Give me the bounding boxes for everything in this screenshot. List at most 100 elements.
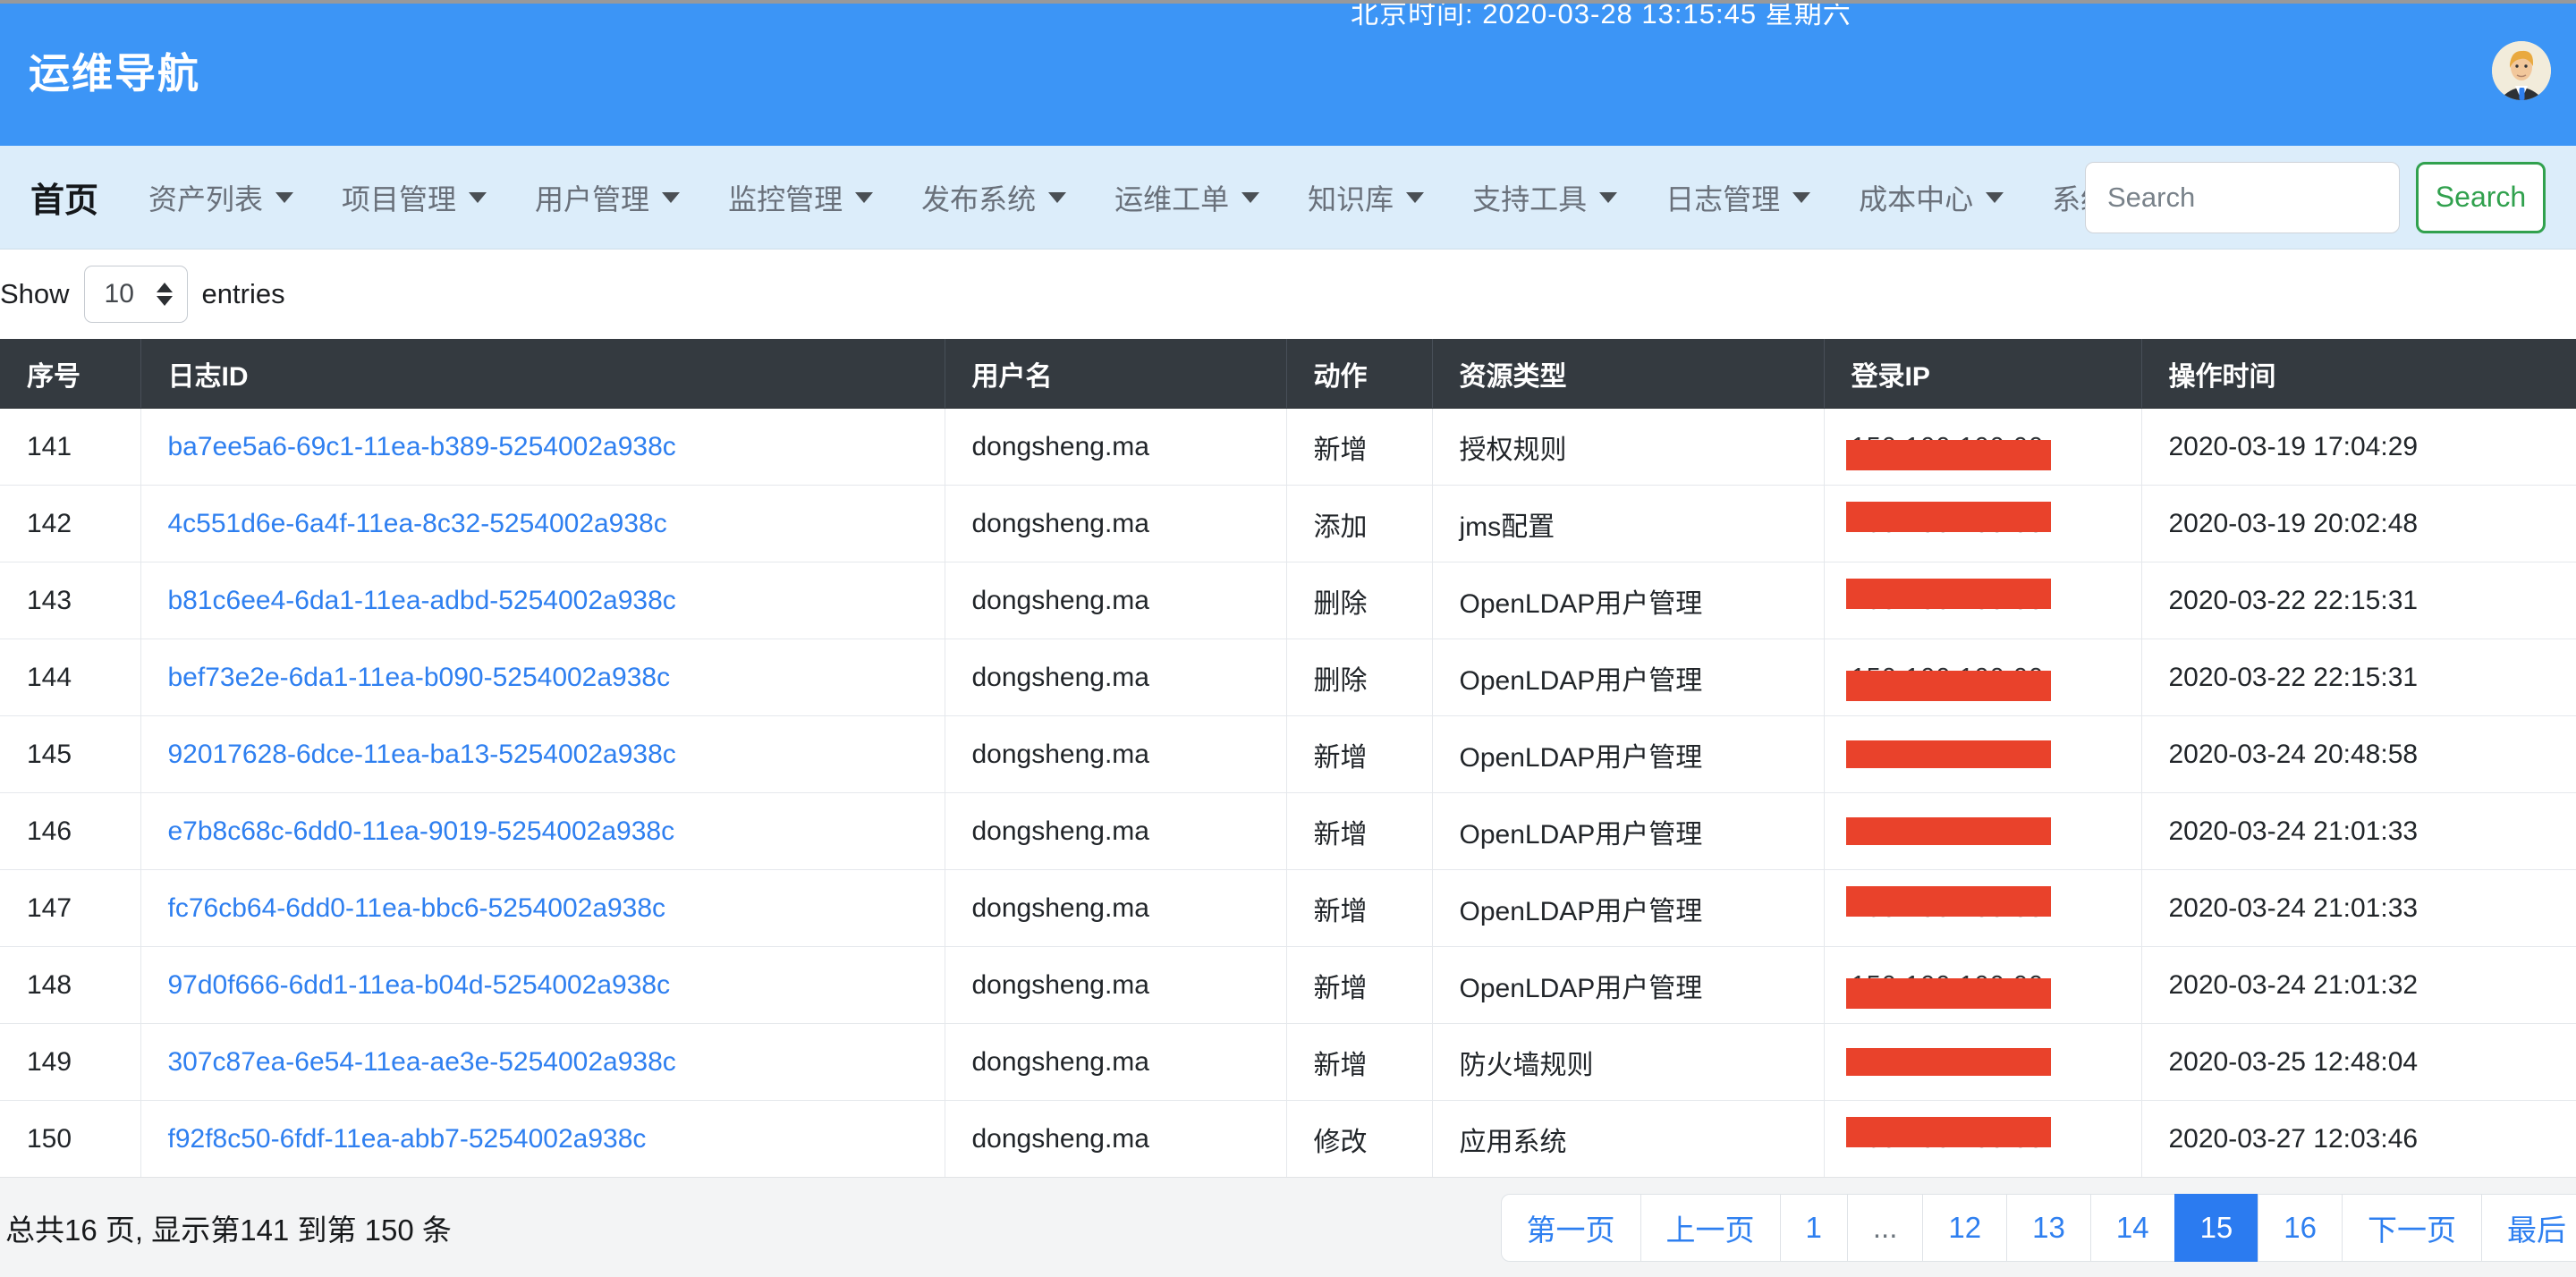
nav-menus: 资产列表项目管理用户管理监控管理发布系统运维工单知识库支持工具日志管理成本中心系…	[148, 177, 2245, 218]
cell-seq: 141	[0, 409, 140, 486]
nav-menu-4[interactable]: 监控管理	[728, 177, 873, 218]
table-row: 1424c551d6e-6a4f-11ea-8c32-5254002a938cd…	[0, 486, 2576, 562]
page-size-select[interactable]: 10	[84, 266, 188, 323]
window-top-edge	[0, 0, 2576, 4]
chevron-down-icon	[662, 192, 680, 203]
chevron-down-icon	[469, 192, 487, 203]
ip-redaction: 150.100.100.00	[1852, 968, 2045, 1002]
cell-resource-type: OpenLDAP用户管理	[1432, 947, 1824, 1024]
ip-redaction: 150.100.100.00	[1852, 815, 2045, 849]
cell-action: 新增	[1286, 1024, 1432, 1101]
nav-menu-label: 资产列表	[148, 177, 263, 218]
nav-menu-6[interactable]: 运维工单	[1114, 177, 1259, 218]
app-title: 运维导航	[29, 41, 200, 100]
cell-resource-type: OpenLDAP用户管理	[1432, 716, 1824, 793]
nav-item-home[interactable]: 首页	[30, 173, 98, 222]
page-button-上一页[interactable]: 上一页	[1640, 1194, 1781, 1262]
page-button-最后[interactable]: 最后	[2481, 1194, 2576, 1262]
page-button-下一页[interactable]: 下一页	[2342, 1194, 2482, 1262]
cell-op-time: 2020-03-24 21:01:33	[2141, 870, 2576, 947]
user-avatar[interactable]	[2492, 41, 2551, 100]
nav-menu-label: 发布系统	[921, 177, 1036, 218]
cell-action: 删除	[1286, 639, 1432, 716]
search-input[interactable]	[2085, 162, 2400, 233]
table-row: 14592017628-6dce-11ea-ba13-5254002a938cd…	[0, 716, 2576, 793]
log-id-link[interactable]: 307c87ea-6e54-11ea-ae3e-5254002a938c	[168, 1047, 676, 1077]
cell-login-ip: 150.100.100.00	[1824, 716, 2141, 793]
page-button-13[interactable]: 13	[2006, 1194, 2091, 1262]
log-id-link[interactable]: 4c551d6e-6a4f-11ea-8c32-5254002a938c	[168, 509, 667, 538]
nav-menu-10[interactable]: 成本中心	[1859, 177, 2004, 218]
log-id-link[interactable]: 92017628-6dce-11ea-ba13-5254002a938c	[168, 740, 676, 769]
cell-login-ip: 150.100.100.00	[1824, 639, 2141, 716]
log-id-link[interactable]: ba7ee5a6-69c1-11ea-b389-5254002a938c	[168, 432, 676, 461]
cell-seq: 146	[0, 793, 140, 870]
cell-action: 新增	[1286, 716, 1432, 793]
page-button-15[interactable]: 15	[2174, 1194, 2259, 1262]
nav-menu-1[interactable]: 资产列表	[148, 177, 293, 218]
ip-redaction: 150.100.100.00	[1852, 892, 2045, 926]
cell-op-time: 2020-03-22 22:15:31	[2141, 562, 2576, 639]
table-row: 144 bef73e2e-6da1-11ea-b090-5254002a938c d…	[0, 639, 2576, 716]
chevron-down-icon	[275, 192, 293, 203]
cell-seq: 145	[0, 716, 140, 793]
cell-log-id: 92017628-6dce-11ea-ba13-5254002a938c	[140, 716, 945, 793]
cell-action: 新增	[1286, 409, 1432, 486]
log-id-link[interactable]: f92f8c50-6fdf-11ea-abb7-5254002a938c	[168, 1124, 647, 1154]
cell-login-ip: 150.100.100.00	[1824, 1024, 2141, 1101]
cell-username: dongsheng.ma	[945, 1101, 1286, 1178]
ip-redaction-overlay	[1846, 671, 2052, 701]
cell-log-id: f92f8c50-6fdf-11ea-abb7-5254002a938c	[140, 1101, 945, 1178]
cell-resource-type: 授权规则	[1432, 409, 1824, 486]
cell-username: dongsheng.ma	[945, 1024, 1286, 1101]
cell-login-ip: 150.100.100.00	[1824, 562, 2141, 639]
page-button-12[interactable]: 12	[1922, 1194, 2007, 1262]
page-button-16[interactable]: 16	[2258, 1194, 2343, 1262]
avatar-person-icon	[2492, 41, 2551, 100]
chevron-down-icon	[855, 192, 873, 203]
chevron-down-icon	[1406, 192, 1424, 203]
chevron-down-icon	[1792, 192, 1810, 203]
nav-menu-label: 日志管理	[1665, 177, 1780, 218]
page-button-第一页[interactable]: 第一页	[1501, 1194, 1641, 1262]
cell-op-time: 2020-03-19 17:04:29	[2141, 409, 2576, 486]
column-header-2: 日志ID	[140, 339, 945, 409]
table-row: 150f92f8c50-6fdf-11ea-abb7-5254002a938cd…	[0, 1101, 2576, 1178]
cell-username: dongsheng.ma	[945, 639, 1286, 716]
search-button[interactable]: Search	[2416, 162, 2546, 233]
nav-menu-3[interactable]: 用户管理	[535, 177, 680, 218]
page-button-1[interactable]: 1	[1780, 1194, 1848, 1262]
cell-seq: 148	[0, 947, 140, 1024]
cell-log-id: ba7ee5a6-69c1-11ea-b389-5254002a938c	[140, 409, 945, 486]
nav-menu-2[interactable]: 项目管理	[342, 177, 487, 218]
table-row: 146e7b8c68c-6dd0-11ea-9019-5254002a938cd…	[0, 793, 2576, 870]
nav-menu-7[interactable]: 知识库	[1308, 177, 1424, 218]
nav-menu-9[interactable]: 日志管理	[1665, 177, 1810, 218]
log-id-link[interactable]: bef73e2e-6da1-11ea-b090-5254002a938c	[168, 663, 671, 692]
column-header-6: 登录IP	[1824, 339, 2141, 409]
cell-resource-type: OpenLDAP用户管理	[1432, 870, 1824, 947]
log-id-link[interactable]: e7b8c68c-6dd0-11ea-9019-5254002a938c	[168, 816, 675, 846]
page-button-14[interactable]: 14	[2090, 1194, 2175, 1262]
cell-log-id: bef73e2e-6da1-11ea-b090-5254002a938c	[140, 639, 945, 716]
pagination-summary: 总共16 页, 显示第141 到第 150 条	[5, 1206, 452, 1249]
cell-seq: 144	[0, 639, 140, 716]
cell-action: 新增	[1286, 870, 1432, 947]
cell-seq: 143	[0, 562, 140, 639]
nav-menu-8[interactable]: 支持工具	[1472, 177, 1617, 218]
nav-menu-label: 成本中心	[1859, 177, 1973, 218]
log-id-link[interactable]: b81c6ee4-6da1-11ea-adbd-5254002a938c	[168, 586, 676, 615]
cell-log-id: 4c551d6e-6a4f-11ea-8c32-5254002a938c	[140, 486, 945, 562]
nav-menu-label: 用户管理	[535, 177, 649, 218]
log-id-link[interactable]: 97d0f666-6dd1-11ea-b04d-5254002a938c	[168, 970, 671, 1000]
cell-seq: 147	[0, 870, 140, 947]
nav-menu-label: 支持工具	[1472, 177, 1587, 218]
log-id-link[interactable]: fc76cb64-6dd0-11ea-bbc6-5254002a938c	[168, 893, 666, 923]
column-header-7: 操作时间	[2141, 339, 2576, 409]
table-row: 141ba7ee5a6-69c1-11ea-b389-5254002a938cd…	[0, 409, 2576, 486]
ip-redaction: 150.100.100.00	[1852, 584, 2045, 618]
cell-op-time: 2020-03-25 12:48:04	[2141, 1024, 2576, 1101]
cell-log-id: 307c87ea-6e54-11ea-ae3e-5254002a938c	[140, 1024, 945, 1101]
nav-menu-5[interactable]: 发布系统	[921, 177, 1066, 218]
entries-label: entries	[202, 278, 285, 310]
